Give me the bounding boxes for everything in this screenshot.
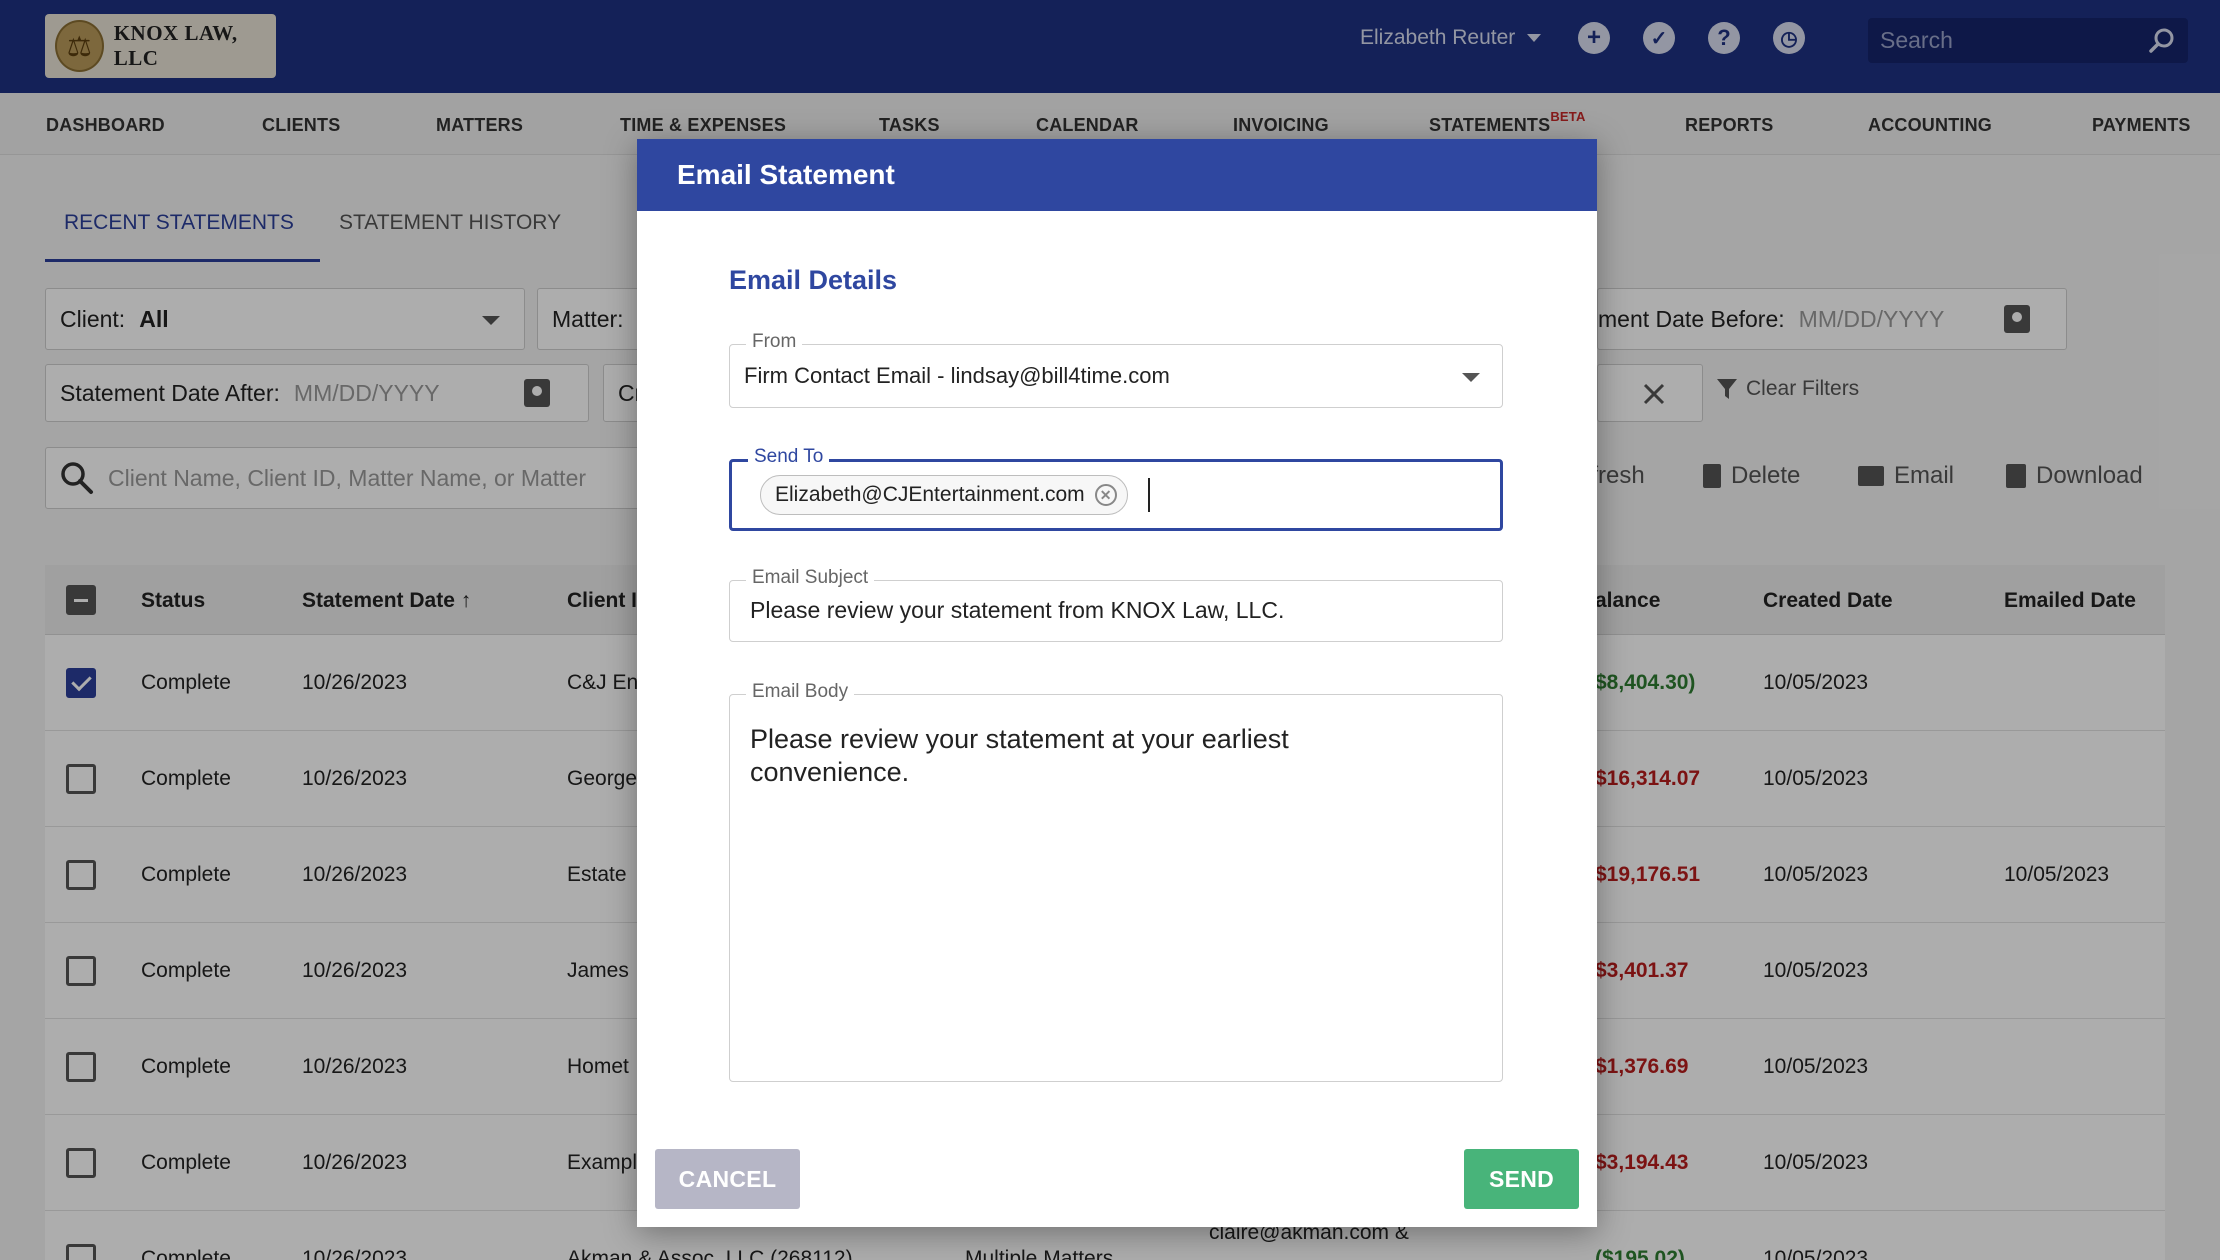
email-statement-dialog: Email Statement Email Details From Firm … xyxy=(637,139,1597,1227)
send-to-field[interactable]: Send To Elizabeth@CJEntertainment.com ✕ xyxy=(729,446,1503,531)
send-button[interactable]: SEND xyxy=(1464,1149,1579,1209)
dialog-header: Email Statement xyxy=(637,139,1597,211)
from-select[interactable]: From Firm Contact Email - lindsay@bill4t… xyxy=(729,331,1503,408)
email-body-value: Please review your statement at your ear… xyxy=(750,724,1289,787)
email-body-field[interactable]: Email Body Please review your statement … xyxy=(729,681,1503,1082)
dialog-title: Email Statement xyxy=(677,159,895,190)
cancel-button[interactable]: CANCEL xyxy=(655,1149,800,1209)
remove-recipient-icon[interactable]: ✕ xyxy=(1094,484,1117,506)
email-subject-value: Please review your statement from KNOX L… xyxy=(750,597,1285,623)
email-body-label: Email Body xyxy=(746,681,855,703)
email-subject-field[interactable]: Email Subject Please review your stateme… xyxy=(729,567,1503,642)
from-value: Firm Contact Email - lindsay@bill4time.c… xyxy=(744,363,1170,388)
recipient-chip[interactable]: Elizabeth@CJEntertainment.com ✕ xyxy=(760,475,1128,515)
email-subject-label: Email Subject xyxy=(746,567,875,589)
recipient-chip-label: Elizabeth@CJEntertainment.com xyxy=(775,483,1085,506)
from-label: From xyxy=(746,331,803,353)
chevron-down-icon xyxy=(1462,373,1480,382)
text-cursor xyxy=(1148,478,1150,512)
email-details-heading: Email Details xyxy=(729,265,898,295)
send-to-label: Send To xyxy=(748,446,830,468)
